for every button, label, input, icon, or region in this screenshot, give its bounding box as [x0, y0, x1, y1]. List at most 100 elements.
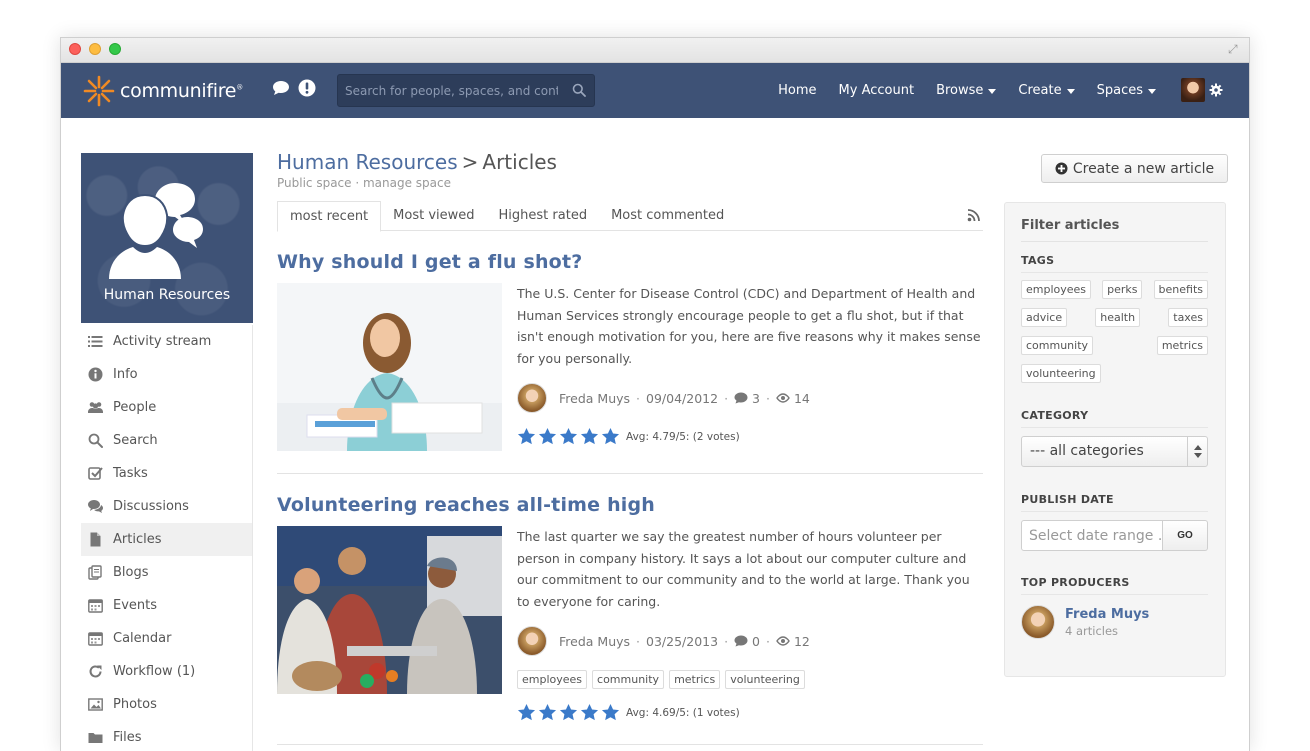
tab-most-viewed[interactable]: Most viewed	[381, 201, 486, 231]
star-icon[interactable]	[580, 427, 599, 446]
star-icon[interactable]	[559, 703, 578, 722]
sidebar-item-people[interactable]: People	[81, 391, 252, 424]
user-avatar[interactable]	[1181, 78, 1205, 102]
rss-icon[interactable]	[967, 208, 981, 222]
tag-volunteering[interactable]: volunteering	[725, 670, 805, 689]
date-range-input[interactable]	[1021, 520, 1163, 551]
filter-tag-metrics[interactable]: metrics	[1156, 336, 1208, 355]
nav-browse-label: Browse	[936, 83, 984, 98]
tag-community[interactable]: community	[592, 670, 665, 689]
folder-icon	[87, 730, 103, 746]
sidebar-item-discussions[interactable]: Discussions	[81, 490, 252, 523]
producer-avatar[interactable]	[1021, 605, 1055, 639]
sidebar-item-files[interactable]: Files	[81, 721, 252, 751]
sidebar-item-blogs[interactable]: Blogs	[81, 556, 252, 589]
filter-tag-benefits[interactable]: benefits	[1153, 280, 1208, 299]
calendar-icon	[87, 598, 103, 614]
article-title[interactable]: Volunteering reaches all-time high	[277, 494, 983, 516]
sidebar-item-tasks[interactable]: Tasks	[81, 457, 252, 490]
nav-spaces[interactable]: Spaces	[1086, 83, 1167, 98]
search-input[interactable]	[338, 75, 558, 106]
space-sidebar: Human Resources Activity stream Info Peopl…	[81, 153, 253, 751]
nav-browse[interactable]: Browse	[925, 83, 1007, 98]
filter-tag-taxes[interactable]: taxes	[1168, 308, 1208, 327]
author-name[interactable]: Freda Muys	[559, 634, 630, 649]
space-card[interactable]: Human Resources	[81, 153, 253, 323]
article-thumbnail[interactable]	[277, 283, 502, 451]
star-icon[interactable]	[538, 427, 557, 446]
messages-icon[interactable]	[271, 78, 291, 98]
window-titlebar: ⤢	[61, 38, 1249, 63]
star-icon[interactable]	[517, 703, 536, 722]
sidebar-item-photos[interactable]: Photos	[81, 688, 252, 721]
filter-tag-employees[interactable]: employees	[1021, 280, 1092, 299]
sidebar-item-info[interactable]: Info	[81, 358, 252, 391]
filter-tag-health[interactable]: health	[1095, 308, 1141, 327]
breadcrumb-space-link[interactable]: Human Resources	[277, 150, 458, 174]
create-article-button[interactable]: Create a new article	[1041, 154, 1228, 183]
create-article-label: Create a new article	[1072, 160, 1215, 177]
star-icon[interactable]	[580, 703, 599, 722]
search-icon	[87, 433, 103, 449]
communifire-logo[interactable]: communifire®	[81, 73, 243, 109]
view-count: 12	[793, 633, 810, 649]
filter-tag-perks[interactable]: perks	[1102, 280, 1143, 299]
nav-my-account[interactable]: My Account	[828, 83, 926, 98]
article-thumbnail[interactable]	[277, 526, 502, 694]
sidebar-item-search[interactable]: Search	[81, 424, 252, 457]
search-icon[interactable]	[572, 83, 586, 97]
zoom-window-button[interactable]	[109, 43, 121, 55]
tab-most-commented[interactable]: Most commented	[599, 201, 736, 231]
sidebar-item-label: Activity stream	[113, 334, 212, 349]
article-divider	[277, 473, 983, 474]
minimize-window-button[interactable]	[89, 43, 101, 55]
author-avatar[interactable]	[517, 626, 547, 656]
article-item: Volunteering reaches all-time high The la…	[277, 494, 983, 745]
star-icon[interactable]	[601, 703, 620, 722]
caret-down-icon	[988, 89, 997, 94]
nav-home[interactable]: Home	[767, 83, 827, 98]
filter-tag-volunteering[interactable]: volunteering	[1021, 364, 1101, 383]
close-window-button[interactable]	[69, 43, 81, 55]
rating-average: Avg: 4.79/5: (2 votes)	[626, 430, 740, 443]
article-rating: Avg: 4.69/5: (1 votes)	[517, 703, 983, 722]
tab-highest-rated[interactable]: Highest rated	[487, 201, 600, 231]
sidebar-item-calendar[interactable]: Calendar	[81, 622, 252, 655]
star-icon[interactable]	[559, 427, 578, 446]
nav-create[interactable]: Create	[1007, 83, 1085, 98]
tab-most-recent[interactable]: most recent	[277, 201, 382, 232]
tag-employees[interactable]: employees	[517, 670, 588, 689]
eye-icon	[776, 636, 790, 646]
star-icon[interactable]	[601, 427, 620, 446]
producer-name[interactable]: Freda Muys	[1065, 607, 1149, 622]
top-navigation: communifire® Home My Account Browse Crea…	[61, 63, 1249, 118]
filter-panel: Filter articles TAGS employees perks benef…	[1004, 202, 1226, 677]
article-date: 03/25/2013	[646, 633, 719, 649]
tag-metrics[interactable]: metrics	[669, 670, 721, 689]
photo-icon	[87, 697, 103, 713]
sidebar-item-articles[interactable]: Articles	[81, 523, 252, 556]
author-name[interactable]: Freda Muys	[559, 391, 630, 406]
go-button[interactable]: GO	[1163, 520, 1208, 551]
calendar-icon	[87, 631, 103, 647]
meta-separator: ·	[766, 390, 770, 406]
main-menu: Home My Account Browse Create Spaces	[767, 63, 1167, 118]
star-icon[interactable]	[538, 703, 557, 722]
filter-tag-advice[interactable]: advice	[1021, 308, 1068, 327]
category-select[interactable]: --- all categories	[1021, 436, 1208, 467]
meta-separator: ·	[636, 633, 641, 649]
producer-item: Freda Muys 4 articles	[1021, 605, 1208, 639]
sidebar-item-activity-stream[interactable]: Activity stream	[81, 325, 252, 358]
article-title[interactable]: Why should I get a flu shot?	[277, 251, 983, 273]
alerts-icon[interactable]	[297, 78, 317, 98]
filter-tag-community[interactable]: community	[1021, 336, 1094, 355]
fullscreen-icon[interactable]: ⤢	[1228, 42, 1242, 56]
gear-icon[interactable]	[1209, 83, 1223, 97]
sidebar-item-events[interactable]: Events	[81, 589, 252, 622]
author-avatar[interactable]	[517, 383, 547, 413]
star-icon[interactable]	[517, 427, 536, 446]
list-icon	[87, 334, 103, 350]
sidebar-item-workflow-1[interactable]: Workflow (1)	[81, 655, 252, 688]
sidebar-item-label: Tasks	[113, 466, 148, 481]
nav-spaces-label: Spaces	[1096, 83, 1143, 98]
